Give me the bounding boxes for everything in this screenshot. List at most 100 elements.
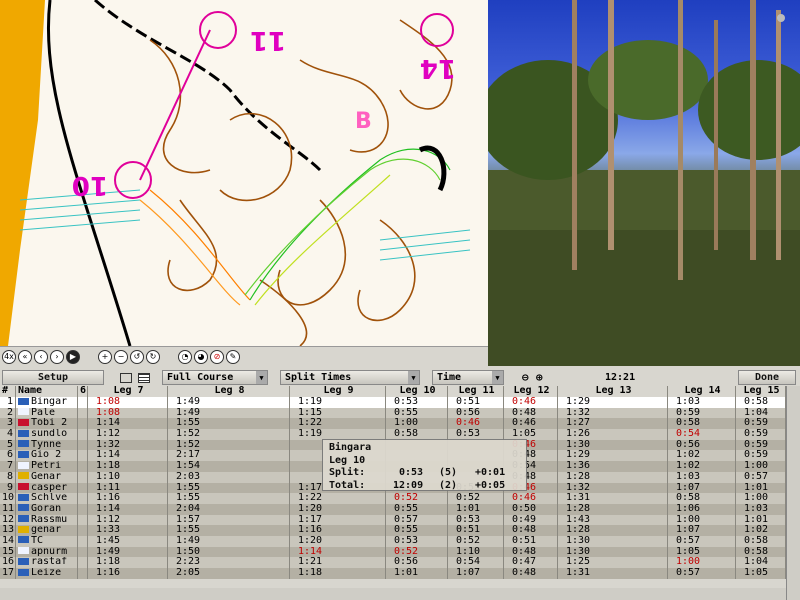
- zoom-4x-icon[interactable]: 4x: [2, 349, 16, 364]
- time-zoom-in-icon[interactable]: ⊕: [536, 371, 543, 384]
- split-cell[interactable]: 0:54: [668, 429, 736, 440]
- split-cell[interactable]: 1:03: [668, 471, 736, 483]
- table-row[interactable]: 17 Leize 1:16 2:05 1:18 1:01 1:07 0:48 1:31 0:57 1…: [0, 568, 786, 579]
- split-cell[interactable]: 1:02: [668, 461, 736, 472]
- split-cell[interactable]: 1:22: [290, 418, 386, 430]
- table-row[interactable]: 11 Goran 1:14 2:04 1:20 0:55 1:01 0:50 1:28 1:06 1…: [0, 503, 786, 515]
- split-cell[interactable]: 2:04: [168, 503, 290, 515]
- split-cell[interactable]: 0:56: [448, 407, 504, 419]
- split-cell[interactable]: 1:45: [88, 535, 168, 547]
- runner-name[interactable]: sundlo: [16, 429, 78, 440]
- column-header[interactable]: Leg 11: [448, 386, 504, 397]
- split-cell[interactable]: 1:01: [736, 514, 786, 526]
- split-cell[interactable]: 0:57: [386, 514, 448, 526]
- rewind-icon[interactable]: «: [18, 349, 32, 364]
- split-cell[interactable]: 0:49: [504, 514, 558, 526]
- split-cell[interactable]: 0:51: [504, 535, 558, 547]
- split-cell[interactable]: 1:32: [558, 482, 668, 494]
- split-cell[interactable]: 1:49: [168, 535, 290, 547]
- split-cell[interactable]: 1:16: [88, 568, 168, 579]
- split-cell[interactable]: 1:03: [668, 397, 736, 408]
- split-cell[interactable]: 1:14: [290, 546, 386, 558]
- split-cell[interactable]: 0:46: [504, 418, 558, 430]
- split-cell[interactable]: 1:00: [668, 557, 736, 568]
- play-icon[interactable]: ▶: [66, 349, 80, 364]
- split-cell[interactable]: 2:23: [168, 557, 290, 568]
- runner-name[interactable]: casper: [16, 482, 78, 494]
- split-cell[interactable]: 1:50: [168, 546, 290, 558]
- split-cell[interactable]: 1:06: [668, 503, 736, 515]
- split-cell[interactable]: 1:28: [558, 503, 668, 515]
- split-cell[interactable]: 1:28: [558, 471, 668, 483]
- split-cell[interactable]: 0:48: [504, 568, 558, 579]
- split-cell[interactable]: 1:19: [290, 397, 386, 408]
- column-header[interactable]: 6: [78, 386, 88, 397]
- split-cell[interactable]: 0:53: [386, 535, 448, 547]
- split-cell[interactable]: 2:05: [168, 568, 290, 579]
- runner-name[interactable]: Genar: [16, 471, 78, 483]
- horizontal-scrollbar[interactable]: [0, 588, 786, 600]
- column-header[interactable]: Leg 12: [504, 386, 558, 397]
- rotate-left-icon[interactable]: ↺: [130, 349, 144, 364]
- column-header[interactable]: #: [0, 386, 16, 397]
- split-cell[interactable]: 1:14: [88, 450, 168, 462]
- split-cell[interactable]: 0:59: [736, 450, 786, 462]
- runner-name[interactable]: Bingar: [16, 397, 78, 408]
- split-cell[interactable]: 1:15: [290, 407, 386, 419]
- split-cell[interactable]: 1:18: [290, 568, 386, 579]
- table-row[interactable]: 15 apnurm 1:49 1:50 1:14 0:52 1:10 0:48 1:30 1:05…: [0, 546, 786, 558]
- split-cell[interactable]: 1:18: [88, 461, 168, 472]
- split-cell[interactable]: 1:32: [88, 439, 168, 451]
- split-cell[interactable]: 0:46: [504, 493, 558, 504]
- split-cell[interactable]: 1:21: [290, 557, 386, 568]
- split-cell[interactable]: 1:05: [668, 546, 736, 558]
- split-cell[interactable]: 1:29: [558, 450, 668, 462]
- split-cell[interactable]: 1:00: [736, 461, 786, 472]
- split-cell[interactable]: 0:46: [504, 397, 558, 408]
- split-cell[interactable]: 0:57: [668, 568, 736, 579]
- split-cell[interactable]: 0:48: [504, 407, 558, 419]
- vertical-scrollbar[interactable]: [786, 386, 800, 600]
- column-header[interactable]: Leg 7: [88, 386, 168, 397]
- split-cell[interactable]: 1:02: [736, 525, 786, 536]
- split-cell[interactable]: 1:03: [736, 503, 786, 515]
- compass2-icon[interactable]: ◕: [194, 349, 208, 364]
- split-cell[interactable]: 1:01: [386, 568, 448, 579]
- split-cell[interactable]: 1:49: [168, 407, 290, 419]
- step-back-icon[interactable]: ‹: [34, 349, 48, 364]
- split-cell[interactable]: 1:00: [386, 418, 448, 430]
- split-cell[interactable]: 1:00: [668, 514, 736, 526]
- split-cell[interactable]: 2:17: [168, 450, 290, 462]
- split-cell[interactable]: 1:11: [88, 482, 168, 494]
- split-cell[interactable]: 1:14: [88, 418, 168, 430]
- split-cell[interactable]: 1:52: [168, 429, 290, 440]
- split-cell[interactable]: 1:52: [168, 439, 290, 451]
- split-cell[interactable]: 1:02: [668, 450, 736, 462]
- split-cell[interactable]: 0:55: [386, 525, 448, 536]
- split-cell[interactable]: 0:58: [736, 535, 786, 547]
- split-cell[interactable]: 1:12: [88, 514, 168, 526]
- split-cell[interactable]: 0:51: [448, 397, 504, 408]
- split-cell[interactable]: 0:55: [386, 407, 448, 419]
- split-cell[interactable]: 0:51: [448, 525, 504, 536]
- split-cell[interactable]: 1:10: [448, 546, 504, 558]
- split-cell[interactable]: 0:58: [668, 493, 736, 504]
- split-cell[interactable]: 1:12: [88, 429, 168, 440]
- split-cell[interactable]: 1:27: [558, 418, 668, 430]
- split-cell[interactable]: 1:32: [558, 407, 668, 419]
- column-header[interactable]: Leg 13: [558, 386, 668, 397]
- split-cell[interactable]: 1:49: [168, 397, 290, 408]
- runner-name[interactable]: Petri: [16, 461, 78, 472]
- split-cell[interactable]: 1:17: [290, 514, 386, 526]
- column-header[interactable]: Leg 10: [386, 386, 448, 397]
- zoom-out-icon[interactable]: −: [114, 349, 128, 364]
- split-cell[interactable]: 1:07: [448, 568, 504, 579]
- rotate-right-icon[interactable]: ↻: [146, 349, 160, 364]
- column-header[interactable]: Leg 9: [290, 386, 386, 397]
- setup-button[interactable]: Setup: [2, 370, 104, 385]
- 3d-forest-view[interactable]: [488, 0, 800, 366]
- split-cell[interactable]: 1:25: [558, 557, 668, 568]
- split-cell[interactable]: 0:59: [736, 429, 786, 440]
- split-cell[interactable]: 0:52: [386, 493, 448, 504]
- split-cell[interactable]: 1:30: [558, 546, 668, 558]
